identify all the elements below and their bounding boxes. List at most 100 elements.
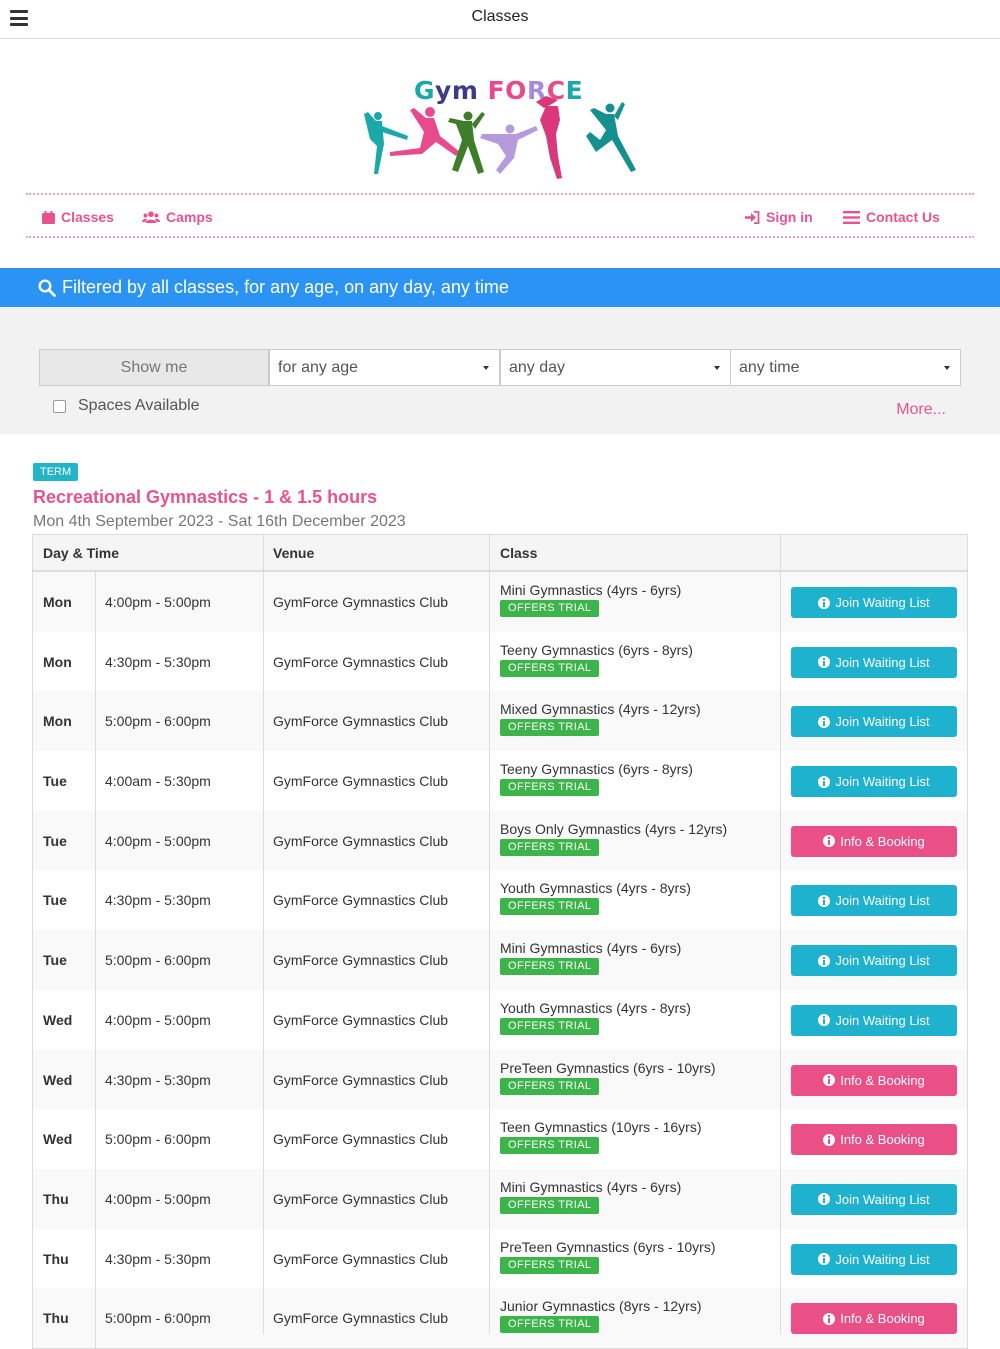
calendar-icon bbox=[42, 210, 55, 224]
row-venue: GymForce Gymnastics Club bbox=[273, 952, 449, 969]
cell-divider bbox=[95, 751, 96, 811]
row-day: Tue bbox=[43, 773, 67, 790]
spaces-available-checkbox[interactable] bbox=[53, 399, 66, 413]
join-waiting-list-button[interactable]: Join Waiting List bbox=[791, 766, 957, 798]
table-row: Wed 4:30pm - 5:30pm GymForce Gymnastics Cl… bbox=[33, 1049, 967, 1110]
join-waiting-list-button[interactable]: Join Waiting List bbox=[791, 1243, 957, 1275]
row-day: Tue bbox=[43, 952, 67, 969]
join-waiting-list-button[interactable]: Join Waiting List bbox=[791, 885, 957, 917]
row-class-name[interactable]: Teen Gymnastics (10yrs - 16yrs) bbox=[500, 1119, 702, 1135]
header-venue: Venue bbox=[273, 545, 315, 561]
table-row: Thu 4:30pm - 5:30pm GymForce Gymnastics Cl… bbox=[33, 1228, 967, 1289]
row-time: 4:30pm - 5:30pm bbox=[105, 653, 211, 670]
row-time: 4:00am - 5:30pm bbox=[105, 773, 211, 790]
row-day: Mon bbox=[43, 594, 72, 610]
row-class-name[interactable]: PreTeen Gymnastics (6yrs - 10yrs) bbox=[500, 1239, 716, 1255]
button-label: Info & Booking bbox=[840, 1311, 925, 1327]
button-label: Info & Booking bbox=[840, 833, 925, 849]
users-icon bbox=[142, 211, 160, 223]
cell-divider bbox=[95, 1049, 96, 1110]
join-waiting-list-button[interactable]: Join Waiting List bbox=[791, 706, 957, 738]
row-class-name[interactable]: PreTeen Gymnastics (6yrs - 10yrs) bbox=[500, 1060, 716, 1076]
info-circle-icon bbox=[823, 835, 836, 848]
offers-trial-badge: OFFERS TRIAL bbox=[500, 1256, 600, 1274]
search-icon bbox=[38, 278, 56, 297]
info-booking-button[interactable]: Info & Booking bbox=[791, 1124, 957, 1156]
cell-divider bbox=[95, 631, 96, 692]
day-select[interactable]: any day bbox=[500, 349, 731, 386]
table-row: Mon 5:00pm - 6:00pm GymForce Gymnastics Cl… bbox=[33, 691, 967, 752]
row-venue: GymForce Gymnastics Club bbox=[273, 594, 449, 610]
cell-divider bbox=[95, 572, 96, 632]
cell-divider bbox=[95, 870, 96, 931]
row-day: Thu bbox=[43, 1310, 69, 1327]
row-venue: GymForce Gymnastics Club bbox=[273, 1071, 449, 1088]
more-filters-link[interactable]: More... bbox=[896, 401, 946, 419]
cell-divider bbox=[95, 1109, 96, 1169]
page-title: Classes bbox=[471, 8, 529, 25]
join-waiting-list-button[interactable]: Join Waiting List bbox=[791, 1183, 957, 1215]
row-class-name[interactable]: Teeny Gymnastics (6yrs - 8yrs) bbox=[500, 642, 693, 658]
button-label: Join Waiting List bbox=[835, 774, 930, 790]
nav-contact-us-label: Contact Us bbox=[866, 209, 940, 225]
info-booking-button[interactable]: Info & Booking bbox=[791, 1303, 957, 1335]
info-circle-icon bbox=[818, 596, 831, 609]
row-class-name[interactable]: Mini Gymnastics (4yrs - 6yrs) bbox=[500, 940, 681, 956]
row-time: 4:30pm - 5:30pm bbox=[105, 892, 211, 909]
nav-classes-label: Classes bbox=[61, 209, 114, 225]
row-class-name[interactable]: Youth Gymnastics (4yrs - 8yrs) bbox=[500, 880, 691, 896]
filter-summary-banner: Filtered by all classes, for any age, on… bbox=[0, 268, 1000, 307]
row-time: 5:00pm - 6:00pm bbox=[105, 1131, 211, 1148]
row-time: 5:00pm - 6:00pm bbox=[105, 952, 211, 969]
row-time: 4:00pm - 5:00pm bbox=[105, 594, 211, 610]
info-circle-icon bbox=[818, 954, 831, 967]
offers-trial-badge: OFFERS TRIAL bbox=[500, 1077, 600, 1095]
row-time: 4:00pm - 5:00pm bbox=[105, 832, 211, 849]
row-venue: GymForce Gymnastics Club bbox=[273, 892, 449, 909]
nav-sign-in-label: Sign in bbox=[766, 209, 813, 225]
age-select-value: for any age bbox=[278, 358, 359, 376]
row-class-name[interactable]: Mini Gymnastics (4yrs - 6yrs) bbox=[500, 582, 681, 598]
table-row: Tue 5:00pm - 6:00pm GymForce Gymnastics Cl… bbox=[33, 930, 967, 990]
offers-trial-badge: OFFERS TRIAL bbox=[500, 1137, 600, 1155]
info-circle-icon bbox=[818, 1193, 831, 1206]
info-booking-button[interactable]: Info & Booking bbox=[791, 1064, 957, 1096]
info-circle-icon bbox=[823, 1312, 836, 1325]
nav-sign-in[interactable]: Sign in bbox=[745, 209, 813, 225]
row-day: Wed bbox=[43, 1131, 73, 1148]
time-select[interactable]: any time bbox=[730, 349, 961, 386]
row-class-name[interactable]: Mixed Gymnastics (4yrs - 12yrs) bbox=[500, 701, 701, 717]
nav-contact-us[interactable]: Contact Us bbox=[843, 209, 940, 225]
button-label: Join Waiting List bbox=[835, 1191, 930, 1207]
row-class-name[interactable]: Junior Gymnastics (8yrs - 12yrs) bbox=[500, 1298, 701, 1314]
offers-trial-badge: OFFERS TRIAL bbox=[500, 779, 600, 797]
row-class-name[interactable]: Mini Gymnastics (4yrs - 6yrs) bbox=[500, 1179, 681, 1195]
row-venue: GymForce Gymnastics Club bbox=[273, 773, 449, 790]
term-title[interactable]: Recreational Gymnastics - 1 & 1.5 hours bbox=[33, 487, 377, 508]
info-circle-icon bbox=[818, 656, 831, 669]
info-circle-icon bbox=[818, 775, 831, 788]
filter-summary-text: Filtered by all classes, for any age, on… bbox=[62, 277, 509, 297]
caret-down-icon bbox=[483, 366, 489, 370]
join-waiting-list-button[interactable]: Join Waiting List bbox=[791, 1004, 957, 1036]
join-waiting-list-button[interactable]: Join Waiting List bbox=[791, 587, 957, 618]
spaces-available-label: Spaces Available bbox=[78, 397, 200, 414]
row-time: 5:00pm - 6:00pm bbox=[105, 1310, 211, 1327]
gymforce-logo[interactable]: Gym FORCE bbox=[360, 74, 640, 184]
age-select[interactable]: for any age bbox=[269, 349, 500, 386]
join-waiting-list-button[interactable]: Join Waiting List bbox=[791, 945, 957, 977]
join-waiting-list-button[interactable]: Join Waiting List bbox=[791, 646, 957, 678]
gymnast-silhouettes bbox=[364, 96, 636, 179]
table-body: Mon 4:00pm - 5:00pm GymForce Gymnastics Cl… bbox=[33, 572, 967, 1348]
offers-trial-badge: OFFERS TRIAL bbox=[500, 838, 600, 856]
offers-trial-badge: OFFERS TRIAL bbox=[500, 1316, 600, 1334]
info-booking-button[interactable]: Info & Booking bbox=[791, 825, 957, 857]
nav-classes[interactable]: Classes bbox=[42, 209, 114, 225]
button-label: Info & Booking bbox=[840, 1072, 925, 1088]
info-circle-icon bbox=[818, 894, 831, 907]
row-class-name[interactable]: Youth Gymnastics (4yrs - 8yrs) bbox=[500, 1000, 691, 1016]
row-class-name[interactable]: Teeny Gymnastics (6yrs - 8yrs) bbox=[500, 761, 693, 777]
nav-camps[interactable]: Camps bbox=[142, 209, 213, 225]
row-day: Mon bbox=[43, 653, 72, 670]
row-class-name[interactable]: Boys Only Gymnastics (4yrs - 12yrs) bbox=[500, 821, 727, 837]
